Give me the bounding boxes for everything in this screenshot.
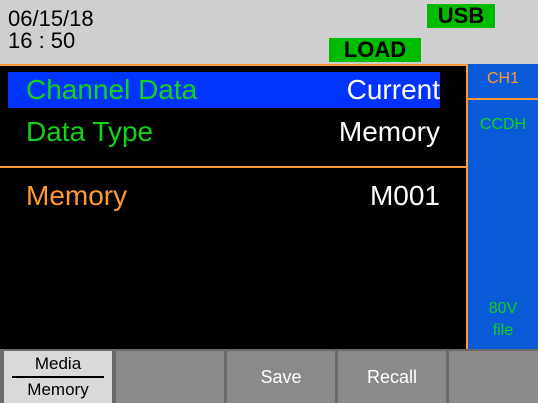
voltage-label: 80V [488, 300, 518, 317]
menu-row-channel-data[interactable]: Channel Data Current [8, 72, 440, 108]
channel-label: CH1 [486, 70, 519, 87]
row-label: Memory [26, 180, 128, 211]
usb-badge: USB [427, 3, 495, 28]
source-label: file [492, 322, 514, 339]
softkey-bar: Media Memory Save Recall [0, 349, 538, 403]
row-value: Memory [338, 116, 440, 147]
side-divider [468, 98, 538, 100]
menu-panel: Channel Data Current Data Type Memory Me… [0, 64, 466, 349]
save-softkey[interactable]: Save [227, 351, 335, 403]
row-label: Data Type [26, 116, 154, 147]
date-text: 06/15/18 [8, 6, 94, 31]
menu-row-memory[interactable]: Memory M001 [8, 178, 440, 214]
status-bar: 06/15/18 16 : 50 USB LOAD [0, 0, 538, 64]
softkey-divider [12, 376, 104, 378]
row-value: Current [346, 74, 440, 105]
media-memory-softkey[interactable]: Media Memory [4, 351, 112, 403]
load-badge: LOAD [329, 37, 421, 62]
channel-side-panel: CH1 CCDH 80V file [466, 64, 538, 349]
row-label: Channel Data [26, 74, 198, 105]
mode-label: CCDH [479, 116, 527, 133]
empty-softkey-5[interactable] [449, 351, 538, 403]
top-divider [0, 64, 466, 66]
time-text: 16 : 50 [8, 28, 76, 53]
menu-row-data-type[interactable]: Data Type Memory [8, 114, 440, 150]
section-divider [0, 166, 466, 168]
row-value: M001 [369, 180, 440, 211]
softkey-bottom-label: Memory [27, 380, 89, 399]
recall-softkey[interactable]: Recall [338, 351, 446, 403]
empty-softkey-2[interactable] [116, 351, 224, 403]
softkey-top-label: Media [34, 354, 82, 373]
